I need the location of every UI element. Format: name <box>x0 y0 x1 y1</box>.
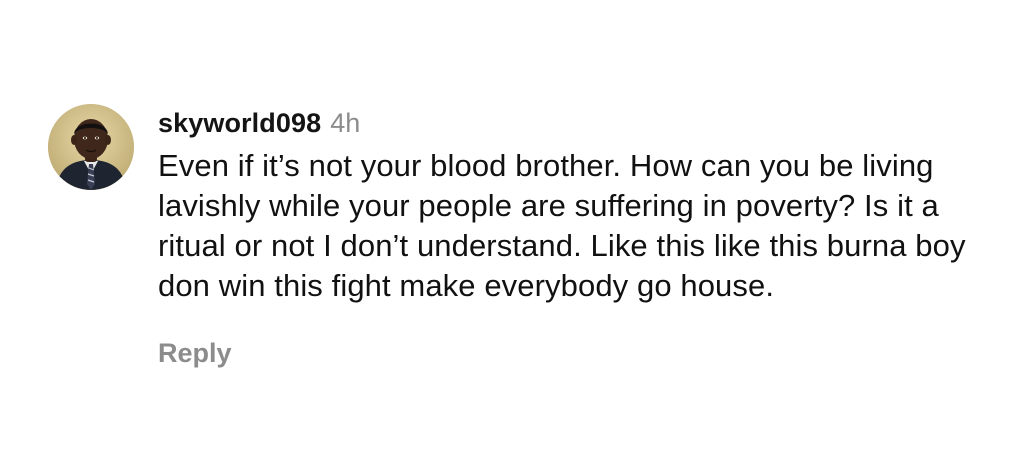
avatar[interactable] <box>48 104 134 190</box>
comment-header: skyworld098 4h <box>158 108 978 138</box>
comment-body: skyworld098 4h Even if it’s not your blo… <box>158 104 978 369</box>
user-avatar-photo-icon <box>48 104 134 190</box>
reply-button[interactable]: Reply <box>158 338 232 369</box>
timestamp: 4h <box>330 108 361 138</box>
comment-item: skyworld098 4h Even if it’s not your blo… <box>48 104 988 369</box>
username[interactable]: skyworld098 <box>158 108 321 138</box>
comment-text: Even if it’s not your blood brother. How… <box>158 148 966 303</box>
